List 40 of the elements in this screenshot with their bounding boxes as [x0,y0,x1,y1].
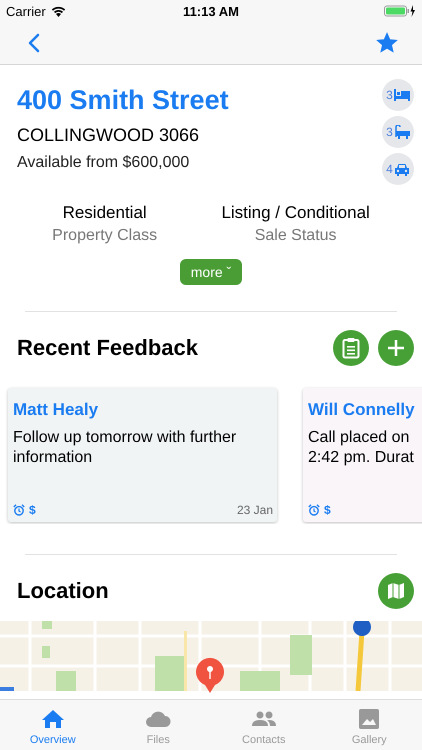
contact-name: Will Connelly [308,400,416,420]
detail-value: Residential [62,203,147,223]
feedback-text: Follow up tomorrow with further information [13,428,238,468]
feedback-card[interactable]: Will Connelly Call placed on 2:42 pm. Durat $ [303,388,422,522]
currency-mark: $ [324,503,331,517]
contact-name: Matt Healy [13,400,100,420]
detail-label: Property Class [52,227,158,245]
map-pin-icon [195,657,225,693]
currency-mark: $ [29,503,36,517]
map-button[interactable] [378,573,414,609]
section-title: Recent Feedback [17,335,198,361]
tab-item[interactable]: Gallery [316,700,422,750]
property-address: 400 Smith Street [17,85,229,116]
detail-label: Sale Status [254,227,337,245]
feedback-text: Call placed on 2:42 pm. Durat [308,428,415,468]
tab-item[interactable]: Overview [0,700,106,750]
suburb-postcode: COLLINGWOOD 3066 [17,125,200,146]
battery-icon [384,5,416,17]
alarm-clock-icon [308,504,320,516]
add-button[interactable] [378,330,414,366]
section-title: Location [17,578,109,604]
clipboard-icon [342,337,360,359]
clipboard-button[interactable] [333,330,369,366]
plus-icon [387,339,405,357]
alarm-clock-icon [13,504,25,516]
feedback-date: 23 Jan [236,503,273,517]
feedback-card[interactable]: Matt Healy Follow up tomorrow with further information $ 23 Jan [8,388,277,522]
bath-count-badge: 3 [382,116,414,148]
clock-time: 11:13 AM [183,4,239,18]
bed-count-badge: 3 [382,79,414,111]
price-text: Available from $600,000 [17,154,190,172]
home-icon [40,708,66,730]
map-icon [387,582,405,600]
tab-item[interactable]: Files [106,700,211,750]
detail-value: Listing / Conditional [221,203,370,223]
car-count-badge: 4 [382,153,414,185]
carrier-name: Carrier [6,4,46,18]
tab-item[interactable]: Contacts [211,700,316,750]
wifi-icon [50,6,66,16]
more-button[interactable]: more ˇ [180,259,242,285]
